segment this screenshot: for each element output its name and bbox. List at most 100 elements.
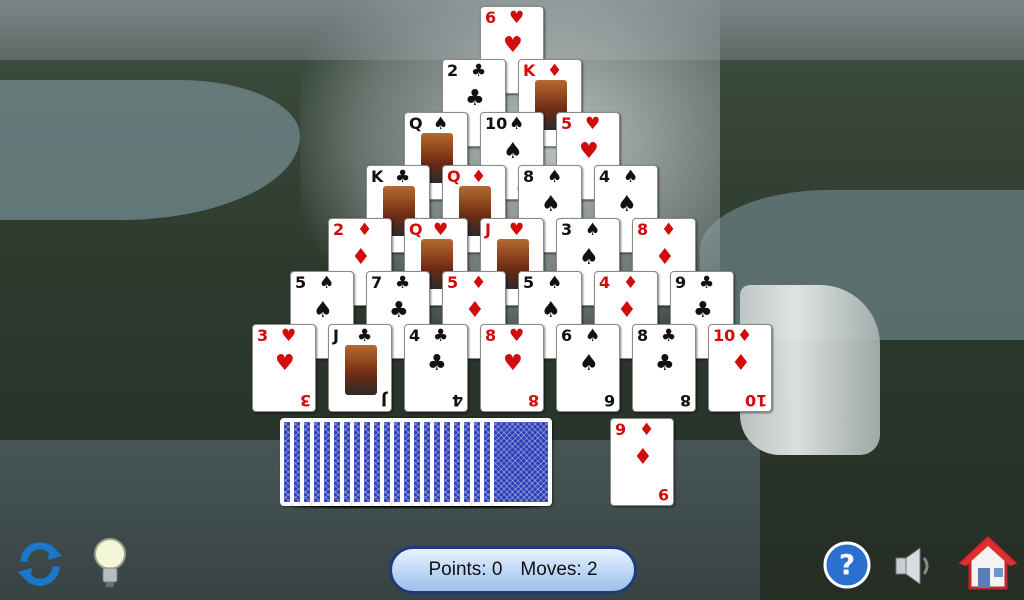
- card-suit: ♠: [433, 114, 449, 134]
- card-rank: 2: [447, 61, 459, 80]
- card-suit: ♠: [585, 220, 601, 240]
- card-pip: ♦: [633, 445, 653, 470]
- card-suit: ♠: [585, 326, 601, 346]
- playing-card[interactable]: 10 ♦ ♦ 10: [708, 324, 772, 412]
- card-rank: 4: [409, 326, 421, 345]
- points-label: Points: 0: [428, 559, 503, 580]
- card-suit: ♠: [319, 273, 335, 293]
- card-pip: ♦: [731, 351, 751, 376]
- card-pip: ♠: [579, 245, 599, 270]
- card-suit: ♦: [471, 273, 487, 293]
- card-pip: ♠: [541, 192, 561, 217]
- card-suit: ♣: [395, 273, 411, 293]
- help-button[interactable]: ?: [822, 540, 872, 590]
- card-rank-bottom: 9: [657, 485, 669, 504]
- card-suit: ♥: [509, 8, 525, 28]
- card-pip: ♥: [579, 139, 599, 164]
- card-suit: ♦: [623, 273, 639, 293]
- card-rank-bottom: 3: [299, 391, 311, 410]
- card-suit: ♣: [357, 326, 373, 346]
- card-suit: ♣: [471, 61, 487, 81]
- card-suit: ♥: [509, 220, 525, 240]
- playing-card[interactable]: J ♣ J: [328, 324, 392, 412]
- face-card-portrait: [345, 345, 377, 395]
- card-rank: 4: [599, 273, 611, 292]
- card-suit: ♥: [509, 326, 525, 346]
- card-rank-bottom: 8: [527, 391, 539, 410]
- card-rank: 3: [257, 326, 269, 345]
- card-rank: 10: [713, 326, 736, 345]
- card-suit: ♣: [395, 167, 411, 187]
- card-rank: 10: [485, 114, 508, 133]
- card-suit: ♥: [585, 114, 601, 134]
- svg-text:?: ?: [839, 548, 855, 581]
- card-rank: 6: [561, 326, 573, 345]
- card-suit: ♦: [547, 61, 563, 81]
- card-pip: ♣: [655, 351, 675, 376]
- card-suit: ♥: [281, 326, 297, 346]
- card-rank: 4: [599, 167, 611, 186]
- stock-card-back[interactable]: [490, 418, 552, 506]
- card-pip: ♦: [465, 298, 485, 323]
- card-rank: K: [523, 61, 536, 80]
- card-rank: J: [333, 326, 339, 345]
- card-suit: ♣: [699, 273, 715, 293]
- playing-card[interactable]: 3 ♥ ♥ 3: [252, 324, 316, 412]
- card-rank: 5: [447, 273, 459, 292]
- new-game-button[interactable]: [14, 538, 66, 590]
- playing-card[interactable]: 8 ♥ ♥ 8: [480, 324, 544, 412]
- card-suit: ♠: [547, 273, 563, 293]
- lightbulb-icon: [94, 538, 126, 587]
- card-pip: ♠: [503, 139, 523, 164]
- card-pip: ♥: [503, 351, 523, 376]
- card-rank: K: [371, 167, 384, 186]
- card-rank-bottom: 4: [451, 391, 463, 410]
- waste-top-card[interactable]: 9 ♦ ♦ 9: [610, 418, 674, 506]
- card-rank: 5: [561, 114, 573, 133]
- card-rank: 8: [637, 220, 649, 239]
- playing-card[interactable]: 8 ♣ ♣ 8: [632, 324, 696, 412]
- card-rank: 3: [561, 220, 573, 239]
- card-suit: ♥: [433, 220, 449, 240]
- card-rank-bottom: 10: [744, 391, 767, 410]
- card-pip: ♣: [427, 351, 447, 376]
- hint-button[interactable]: [90, 536, 130, 592]
- home-icon: [958, 535, 1018, 590]
- card-rank: 6: [485, 8, 497, 27]
- card-pip: ♠: [541, 298, 561, 323]
- card-suit: ♠: [509, 114, 525, 134]
- card-rank: 9: [615, 420, 627, 439]
- card-rank: 8: [523, 167, 535, 186]
- card-rank-bottom: 6: [603, 391, 615, 410]
- card-pip: ♥: [503, 33, 523, 58]
- card-pip: ♠: [617, 192, 637, 217]
- card-rank: 5: [523, 273, 535, 292]
- home-button[interactable]: [958, 534, 1018, 592]
- playing-card[interactable]: 4 ♣ ♣ 4: [404, 324, 468, 412]
- card-suit: ♦: [357, 220, 373, 240]
- card-pip: ♣: [693, 298, 713, 323]
- card-pip: ♦: [617, 298, 637, 323]
- card-rank: 7: [371, 273, 383, 292]
- card-suit: ♠: [547, 167, 563, 187]
- card-suit: ♠: [623, 167, 639, 187]
- card-rank: 2: [333, 220, 345, 239]
- moves-label: Moves: 2: [520, 559, 598, 580]
- card-pip: ♦: [351, 245, 371, 270]
- card-pip: ♣: [389, 298, 409, 323]
- card-rank: J: [485, 220, 491, 239]
- speaker-icon: [895, 547, 929, 585]
- card-rank: 8: [485, 326, 497, 345]
- card-suit: ♦: [639, 420, 655, 440]
- question-mark-icon: ?: [823, 541, 871, 589]
- card-rank-bottom: 8: [679, 391, 691, 410]
- card-suit: ♦: [737, 326, 753, 346]
- card-rank: 5: [295, 273, 307, 292]
- sound-button[interactable]: [888, 542, 938, 590]
- card-pip: ♣: [465, 86, 485, 111]
- playing-card[interactable]: 6 ♠ ♠ 6: [556, 324, 620, 412]
- card-suit: ♦: [471, 167, 487, 187]
- card-suit: ♦: [661, 220, 677, 240]
- card-pip: ♠: [579, 351, 599, 376]
- card-pip: ♠: [313, 298, 333, 323]
